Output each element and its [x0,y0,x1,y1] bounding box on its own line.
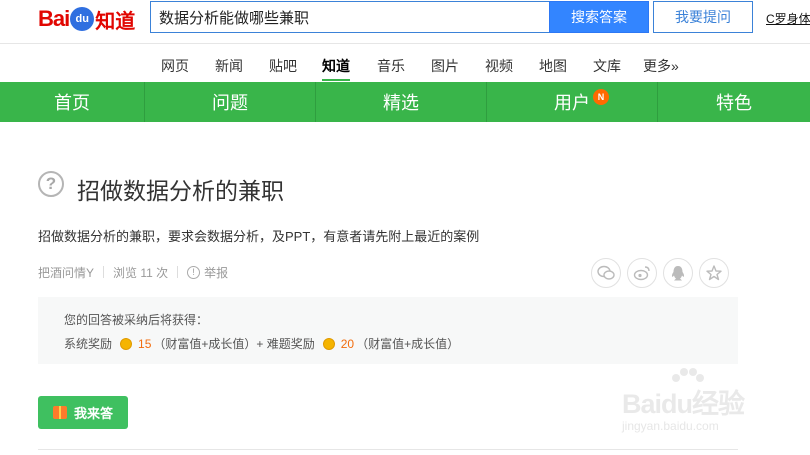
meta-divider [103,266,105,278]
system-reward-label: 系统奖励 [64,337,113,351]
meta-divider [177,266,179,278]
user-name-link[interactable]: C罗身体 [766,10,810,27]
nav-home-label: 首页 [54,93,90,113]
channel-web[interactable]: 网页 [161,56,189,76]
view-count: 浏览 11 次 [113,265,169,280]
channel-news[interactable]: 新闻 [215,56,243,76]
channel-video[interactable]: 视频 [485,56,513,76]
paw-icon: du [70,7,95,31]
watermark-text: Baidu经验 [622,389,745,419]
answer-button-label: 我来答 [73,406,113,421]
coin-icon [120,337,133,350]
logo-du-text: du [75,13,89,25]
system-reward-value: 15 [138,336,152,351]
ask-question-button[interactable]: 我要提问 [653,1,753,33]
coin-icon [322,337,335,350]
nav-special[interactable]: 特色 [658,82,810,122]
difficulty-reward-value: 20 [340,336,355,351]
report-icon-glyph: ! [192,267,195,277]
author-link[interactable]: 把酒问情Y [38,264,94,281]
channel-music[interactable]: 音乐 [377,56,405,76]
reward-box: 您的回答被采纳后将获得： 系统奖励 15 （财富值+成长值）+ 难题奖励 20 … [38,297,738,364]
channel-zhidao[interactable]: 知道 [322,56,350,76]
nav-users[interactable]: 用户 N [487,82,658,122]
channel-images[interactable]: 图片 [431,56,459,76]
reward-title: 您的回答被采纳后将获得： [64,313,209,327]
divider [38,449,738,450]
question-meta: 把酒问情Y 浏览 11 次 ! 举报 [38,264,228,280]
question-mark-glyph: ? [45,174,57,193]
question-description: 招做数据分析的兼职，要求会数据分析，及PPT，有意者请先附上最近的案例 [38,229,480,244]
nav-special-label: 特色 [716,93,752,113]
search-answer-button[interactable]: 搜索答案 [549,1,649,33]
wechat-icon [597,265,615,280]
star-icon [706,265,722,281]
nav-featured[interactable]: 精选 [316,82,487,122]
channel-nav: 网页 新闻 贴吧 知道 音乐 图片 视频 地图 文库 更多» [0,44,810,82]
gift-icon [52,406,67,419]
report-icon: ! [187,265,201,279]
channel-wenku[interactable]: 文库 [593,56,621,76]
qq-icon [671,265,685,280]
question-mark-icon: ? [38,171,64,197]
nav-questions-label: 问题 [212,93,248,113]
qq-share-button[interactable] [663,258,693,288]
question-title: 招做数据分析的兼职 [77,178,284,204]
favorite-share-button[interactable] [699,258,729,288]
baidu-zhidao-logo[interactable]: Bai du 知道 [38,4,135,34]
baidu-jingyan-watermark: Baidu经验 jingyan.baidu.com [620,368,780,442]
report-link[interactable]: 举报 [204,264,228,281]
nav-featured-label: 精选 [383,93,419,113]
zhidao-main-nav: 首页 问题 精选 用户 N 特色 [0,82,810,122]
weibo-share-button[interactable] [627,258,657,288]
system-reward-unit: （财富值+成长值）+ 难题奖励 [153,337,315,351]
nav-home[interactable]: 首页 [0,82,145,122]
search-input[interactable] [150,1,550,33]
top-header: Bai du 知道 搜索答案 我要提问 C罗身体 [0,0,810,44]
channel-tieba[interactable]: 贴吧 [269,56,297,76]
wechat-share-button[interactable] [591,258,621,288]
answer-button[interactable]: 我来答 [38,396,128,429]
logo-bai-text: Bai [38,6,70,31]
new-badge: N [593,89,609,105]
logo-zhidao-text: 知道 [95,10,136,33]
reward-details: 系统奖励 15 （财富值+成长值）+ 难题奖励 20 （财富值+成长值） [64,335,459,352]
weibo-icon [633,266,650,281]
difficulty-reward-unit: （财富值+成长值） [356,337,460,351]
nav-users-label: 用户 [554,93,590,113]
active-channel-indicator [322,79,350,81]
nav-questions[interactable]: 问题 [145,82,316,122]
channel-more[interactable]: 更多» [643,56,679,76]
channel-map[interactable]: 地图 [539,56,567,76]
watermark-url: jingyan.baidu.com [622,419,719,433]
